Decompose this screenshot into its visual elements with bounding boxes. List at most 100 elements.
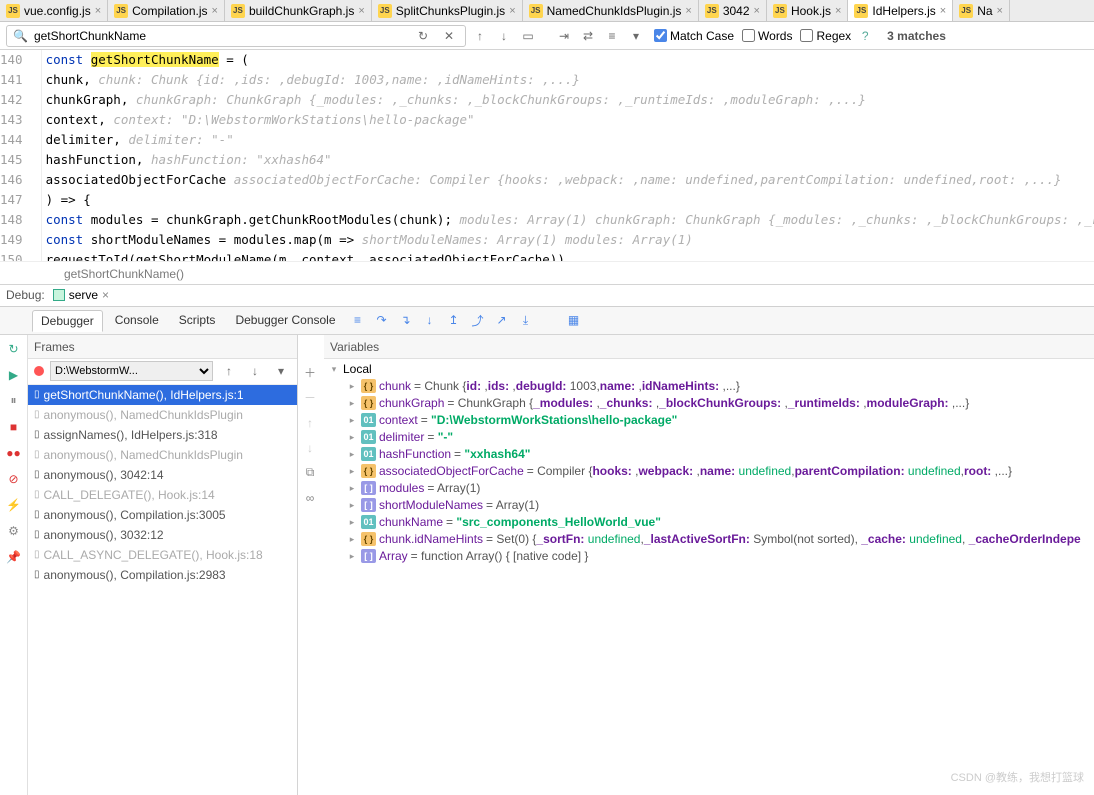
search-input[interactable] bbox=[34, 29, 407, 43]
next-frame-icon[interactable]: ↓ bbox=[245, 361, 265, 381]
mute-breakpoints-icon[interactable]: ⊘ bbox=[4, 469, 24, 489]
variable-row[interactable]: ▸01 hashFunction = "xxhash64" bbox=[324, 446, 1094, 463]
link-icon[interactable]: ∞ bbox=[300, 488, 320, 508]
variable-row[interactable]: ▸01 delimiter = "-" bbox=[324, 429, 1094, 446]
panel-tab[interactable]: Console bbox=[107, 310, 167, 330]
prev-frame-icon[interactable]: ↑ bbox=[219, 361, 239, 381]
stack-frame[interactable]: ▯assignNames(), IdHelpers.js:318 bbox=[28, 425, 297, 445]
thread-icon[interactable]: ⚡ bbox=[4, 495, 24, 515]
clear-search-icon[interactable]: ✕ bbox=[439, 26, 459, 46]
code-line[interactable]: const shortModuleNames = modules.map(m =… bbox=[42, 230, 1094, 250]
step-icon[interactable]: ↓ bbox=[420, 310, 440, 330]
code-line[interactable]: chunk, chunk: Chunk {id: ,ids: ,debugId:… bbox=[42, 70, 1094, 90]
help-icon[interactable]: ? bbox=[855, 26, 875, 46]
step-icon[interactable]: ≡ bbox=[348, 310, 368, 330]
code-line[interactable]: ) => { bbox=[42, 190, 1094, 210]
match-case-checkbox[interactable]: Match Case bbox=[654, 29, 734, 43]
code-line[interactable]: context, context: "D:\WebstormWorkStatio… bbox=[42, 110, 1094, 130]
stack-frame[interactable]: ▯anonymous(), NamedChunkIdsPlugin bbox=[28, 445, 297, 465]
variable-row[interactable]: ▸[ ] Array = function Array() { [native … bbox=[324, 548, 1094, 565]
resume-icon[interactable]: ▶ bbox=[4, 365, 24, 385]
scope-row[interactable]: ▾Local bbox=[324, 361, 1094, 378]
add-selection-icon[interactable]: ⇥ bbox=[554, 26, 574, 46]
next-match-icon[interactable]: ↓ bbox=[494, 26, 514, 46]
filter-icon[interactable]: ▾ bbox=[626, 26, 646, 46]
editor-tab[interactable]: JSbuildChunkGraph.js× bbox=[225, 0, 372, 21]
editor-tab[interactable]: JSNamedChunkIdsPlugin.js× bbox=[523, 0, 699, 21]
stack-frame[interactable]: ▯CALL_DELEGATE(), Hook.js:14 bbox=[28, 485, 297, 505]
pause-icon[interactable]: ⏸ bbox=[4, 391, 24, 411]
align-icon[interactable]: ≡ bbox=[602, 26, 622, 46]
settings-icon[interactable]: ⚙ bbox=[4, 521, 24, 541]
code-editor[interactable]: 1401411421431441451461471481491501511521… bbox=[0, 50, 1094, 261]
step-icon[interactable]: ⤓ bbox=[516, 310, 536, 330]
stack-frame[interactable]: ▯anonymous(), NamedChunkIdsPlugin bbox=[28, 405, 297, 425]
frame-filter-icon[interactable]: ▾ bbox=[271, 361, 291, 381]
editor-tab[interactable]: JSNa× bbox=[953, 0, 1010, 21]
code-area[interactable]: const getShortChunkName = ( chunk, chunk… bbox=[42, 50, 1094, 261]
close-tab-icon[interactable]: × bbox=[997, 5, 1003, 17]
stack-frame[interactable]: ▯CALL_ASYNC_DELEGATE(), Hook.js:18 bbox=[28, 545, 297, 565]
code-line[interactable]: associatedObjectForCache associatedObjec… bbox=[42, 170, 1094, 190]
stop-icon[interactable]: ■ bbox=[4, 417, 24, 437]
editor-tab[interactable]: JSvue.config.js× bbox=[0, 0, 108, 21]
copy-icon[interactable]: ⧉ bbox=[300, 463, 320, 483]
variable-row[interactable]: ▸01 context = "D:\WebstormWorkStations\h… bbox=[324, 412, 1094, 429]
history-icon[interactable]: ↻ bbox=[413, 26, 433, 46]
thread-selector[interactable]: D:\WebstormW... ↑ ↓ ▾ bbox=[28, 359, 297, 385]
variable-row[interactable]: ▸{ } associatedObjectForCache = Compiler… bbox=[324, 463, 1094, 480]
step-icon[interactable]: ↷ bbox=[372, 310, 392, 330]
view-breakpoints-icon[interactable]: ●● bbox=[4, 443, 24, 463]
variable-row[interactable]: ▸{ } chunk = Chunk {id: ,ids: ,debugId: … bbox=[324, 378, 1094, 395]
code-line[interactable]: const modules = chunkGraph.getChunkRootM… bbox=[42, 210, 1094, 230]
editor-tab[interactable]: JSCompilation.js× bbox=[108, 0, 225, 21]
run-config[interactable]: serve × bbox=[53, 288, 109, 302]
words-checkbox[interactable]: Words bbox=[742, 29, 792, 43]
step-icon[interactable] bbox=[540, 310, 560, 330]
close-tab-icon[interactable]: × bbox=[509, 5, 515, 17]
breadcrumb[interactable]: getShortChunkName() bbox=[0, 261, 1094, 285]
variable-row[interactable]: ▸[ ] shortModuleNames = Array(1) bbox=[324, 497, 1094, 514]
stack-frame[interactable]: ▯anonymous(), 3042:14 bbox=[28, 465, 297, 485]
close-tab-icon[interactable]: × bbox=[95, 5, 101, 17]
close-tab-icon[interactable]: × bbox=[212, 5, 218, 17]
panel-tab[interactable]: Debugger Console bbox=[227, 310, 343, 330]
add-watch-icon[interactable]: ＋ bbox=[300, 363, 320, 383]
down-icon[interactable]: ↓ bbox=[300, 438, 320, 458]
editor-tab[interactable]: JSSplitChunksPlugin.js× bbox=[372, 0, 523, 21]
step-icon[interactable]: ↥ bbox=[444, 310, 464, 330]
close-tab-icon[interactable]: × bbox=[685, 5, 691, 17]
code-line[interactable]: const getShortChunkName = ( bbox=[42, 50, 1094, 70]
close-tab-icon[interactable]: × bbox=[940, 5, 946, 17]
editor-tab[interactable]: JSHook.js× bbox=[767, 0, 848, 21]
stack-frame[interactable]: ▯getShortChunkName(), IdHelpers.js:1 bbox=[28, 385, 297, 405]
select-all-icon[interactable]: ▭ bbox=[518, 26, 538, 46]
code-line[interactable]: chunkGraph, chunkGraph: ChunkGraph {_mod… bbox=[42, 90, 1094, 110]
step-icon[interactable]: ⤴ bbox=[468, 310, 488, 330]
editor-tab[interactable]: JS3042× bbox=[699, 0, 767, 21]
stack-frame[interactable]: ▯anonymous(), 3032:12 bbox=[28, 525, 297, 545]
panel-tab[interactable]: Scripts bbox=[171, 310, 224, 330]
variable-row[interactable]: ▸[ ] modules = Array(1) bbox=[324, 480, 1094, 497]
prev-match-icon[interactable]: ↑ bbox=[470, 26, 490, 46]
code-line[interactable]: delimiter, delimiter: "-" bbox=[42, 130, 1094, 150]
thread-dropdown[interactable]: D:\WebstormW... bbox=[50, 361, 213, 381]
regex-checkbox[interactable]: Regex bbox=[800, 29, 851, 43]
pin-icon[interactable]: 📌 bbox=[4, 547, 24, 567]
close-tab-icon[interactable]: × bbox=[754, 5, 760, 17]
close-tab-icon[interactable]: × bbox=[835, 5, 841, 17]
stack-frame[interactable]: ▯anonymous(), Compilation.js:3005 bbox=[28, 505, 297, 525]
code-line[interactable]: requestToId(getShortModuleName(m, contex… bbox=[42, 250, 1094, 261]
remove-watch-icon[interactable]: － bbox=[300, 388, 320, 408]
toggle-icon[interactable]: ⇄ bbox=[578, 26, 598, 46]
code-line[interactable]: hashFunction, hashFunction: "xxhash64" bbox=[42, 150, 1094, 170]
editor-tab[interactable]: JSIdHelpers.js× bbox=[848, 0, 953, 21]
rerun-icon[interactable]: ↻ bbox=[4, 339, 24, 359]
step-icon[interactable]: ↗ bbox=[492, 310, 512, 330]
close-tab-icon[interactable]: × bbox=[358, 5, 364, 17]
panel-tab[interactable]: Debugger bbox=[32, 310, 103, 332]
step-icon[interactable]: ↴ bbox=[396, 310, 416, 330]
stack-frame[interactable]: ▯anonymous(), Compilation.js:2983 bbox=[28, 565, 297, 585]
variable-row[interactable]: ▸{ } chunk.idNameHints = Set(0) {_sortFn… bbox=[324, 531, 1094, 548]
step-icon[interactable]: ▦ bbox=[564, 310, 584, 330]
